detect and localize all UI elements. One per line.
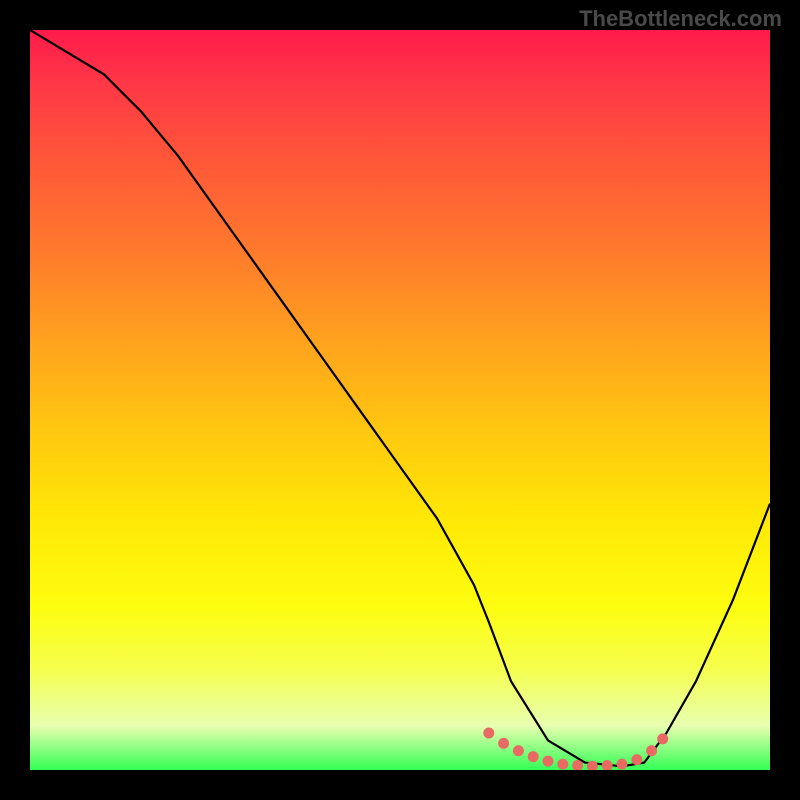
bottleneck-curve	[30, 30, 770, 766]
watermark-text: TheBottleneck.com	[579, 6, 782, 32]
marker-dot	[513, 745, 524, 756]
marker-dot	[543, 756, 554, 767]
marker-dot	[602, 760, 613, 770]
marker-dot	[528, 751, 539, 762]
marker-dot	[657, 733, 668, 744]
marker-dot	[557, 759, 568, 770]
marker-dot	[646, 745, 657, 756]
marker-dot	[631, 754, 642, 765]
plot-area	[30, 30, 770, 770]
marker-dot	[498, 738, 509, 749]
marker-dot	[617, 759, 628, 770]
recommended-range-dots	[483, 728, 668, 771]
chart-svg	[30, 30, 770, 770]
marker-dot	[483, 728, 494, 739]
